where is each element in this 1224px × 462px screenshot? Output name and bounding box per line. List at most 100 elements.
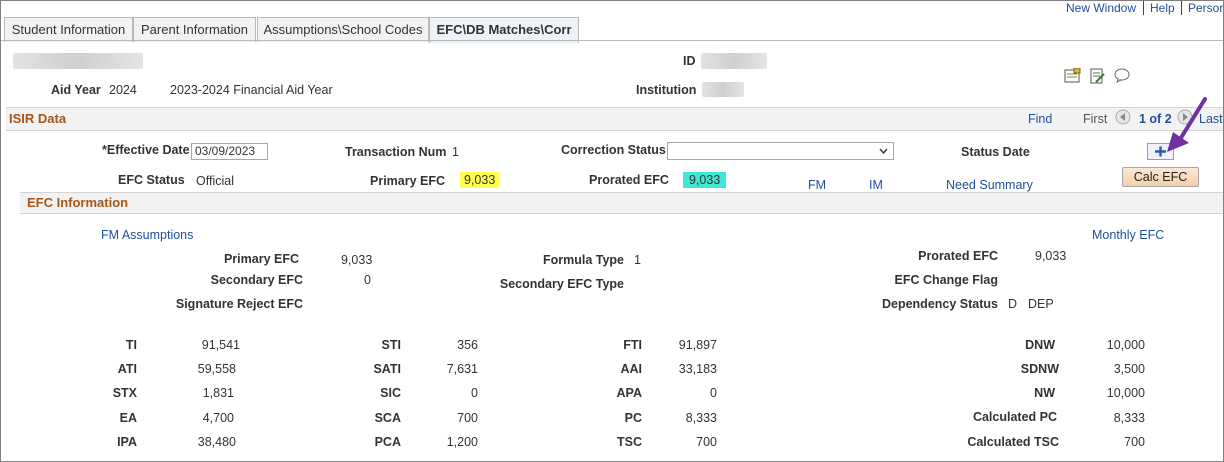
grid-label: STI: [381, 338, 401, 352]
status-date-label: Status Date: [961, 145, 1030, 159]
previous-arrow-icon[interactable]: [1115, 109, 1131, 125]
link-separator: [1143, 1, 1144, 15]
correction-status-select[interactable]: [667, 142, 894, 160]
grid-value: 0: [710, 386, 717, 400]
efc-status-label: EFC Status: [118, 173, 185, 187]
grid-label: SATI: [373, 362, 401, 376]
grid-value: 8,333: [1113, 411, 1145, 425]
grid-value: 91,541: [201, 338, 240, 352]
efc-primary-efc-value: 9,033: [341, 253, 373, 267]
isir-data-title: ISIR Data: [9, 111, 67, 126]
grid-value: 7,631: [446, 362, 478, 376]
calc-efc-button[interactable]: Calc EFC: [1122, 167, 1199, 187]
formula-type-label: Formula Type: [542, 253, 624, 267]
edit-document-icon[interactable]: [1090, 68, 1105, 84]
grid-value: 3,500: [1113, 362, 1145, 376]
tab-divider: [1, 40, 1223, 41]
grid-label: PC: [624, 411, 642, 425]
institution-label: Institution: [636, 83, 697, 97]
personalize-link[interactable]: Person: [1188, 1, 1223, 15]
grid-label: TI: [125, 338, 137, 352]
grid-label: Calculated PC: [972, 410, 1057, 424]
grid-label: AAI: [620, 362, 642, 376]
grid-value: 38,480: [197, 435, 236, 449]
fm-assumptions-link[interactable]: FM Assumptions: [101, 228, 193, 242]
dependency-status-code: D: [1008, 297, 1018, 311]
efc-prorated-efc-label: Prorated EFC: [918, 249, 998, 263]
secondary-efc-type-label: Secondary EFC Type: [499, 277, 624, 291]
first-label: First: [1083, 112, 1108, 126]
fm-link[interactable]: FM: [808, 178, 826, 192]
prorated-efc-value: 9,033: [683, 172, 727, 188]
grid-label: SCA: [374, 411, 401, 425]
grid-value: 700: [1124, 435, 1145, 449]
efc-primary-efc-label: Primary EFC: [223, 252, 299, 266]
dependency-status-label: Dependency Status: [881, 297, 998, 311]
monthly-efc-link[interactable]: Monthly EFC: [1092, 228, 1164, 242]
tab-label: EFC\DB Matches\Corr: [436, 22, 572, 37]
find-link[interactable]: Find: [1028, 112, 1052, 126]
efc-information-header-bar: [20, 192, 1223, 214]
chevron-down-icon: [879, 148, 888, 154]
grid-value: 700: [457, 411, 478, 425]
aid-year-description: 2023-2024 Financial Aid Year: [170, 83, 333, 97]
primary-efc-value: 9,033: [460, 172, 500, 188]
effective-date-input[interactable]: [191, 143, 268, 160]
dependency-status-description: DEP: [1028, 297, 1054, 311]
efc-change-flag-label: EFC Change Flag: [894, 273, 998, 287]
grid-label: Calculated TSC: [967, 435, 1059, 449]
tab-student-information[interactable]: Student Information: [4, 17, 133, 42]
efc-prorated-efc-value: 9,033: [1035, 249, 1067, 263]
institution-value-redacted: [702, 82, 744, 97]
effective-date-label: *Effective Date: [102, 143, 190, 157]
grid-label: PCA: [374, 435, 401, 449]
formula-type-value: 1: [634, 253, 641, 267]
correction-status-label: Correction Status: [561, 143, 666, 157]
grid-label: DNW: [1025, 338, 1055, 352]
id-value-redacted: [701, 53, 767, 69]
efc-secondary-efc-label: Secondary EFC: [210, 273, 303, 287]
grid-label: FTI: [623, 338, 642, 352]
grid-value: 4,700: [202, 411, 234, 425]
signature-reject-efc-label: Signature Reject EFC: [175, 297, 303, 311]
grid-value: 91,897: [678, 338, 717, 352]
notepad-icon[interactable]: [1064, 68, 1081, 83]
new-window-link[interactable]: New Window: [1066, 1, 1136, 15]
grid-value: 8,333: [685, 411, 717, 425]
grid-label: SIC: [380, 386, 401, 400]
grid-value: 0: [471, 386, 478, 400]
grid-value: 59,558: [197, 362, 236, 376]
grid-label: STX: [112, 386, 137, 400]
grid-value: 356: [457, 338, 478, 352]
transaction-num-value: 1: [452, 145, 459, 159]
grid-value: 10,000: [1106, 386, 1145, 400]
id-label: ID: [683, 54, 696, 68]
need-summary-link[interactable]: Need Summary: [946, 178, 1033, 192]
annotation-arrow-icon: [1167, 97, 1207, 152]
transaction-num-label: Transaction Num: [345, 145, 447, 159]
primary-efc-label: Primary EFC: [370, 174, 446, 188]
im-link[interactable]: IM: [869, 178, 883, 192]
grid-label: NW: [1034, 386, 1055, 400]
comment-icon[interactable]: [1114, 68, 1131, 83]
tab-label: Assumptions\School Codes: [263, 22, 423, 37]
grid-value: 700: [696, 435, 717, 449]
tab-parent-information[interactable]: Parent Information: [133, 17, 256, 42]
page-frame: New Window Help Person Student Informati…: [0, 0, 1224, 462]
tab-assumptions-school-codes[interactable]: Assumptions\School Codes: [257, 17, 429, 42]
aid-year-value: 2024: [109, 83, 137, 97]
prorated-efc-label: Prorated EFC: [589, 173, 669, 187]
help-link[interactable]: Help: [1150, 1, 1175, 15]
grid-label: IPA: [117, 435, 137, 449]
efc-secondary-efc-value: 0: [364, 273, 371, 287]
grid-label: APA: [616, 386, 642, 400]
grid-label: SDNW: [1020, 362, 1059, 376]
tab-label: Student Information: [11, 22, 126, 37]
aid-year-label: Aid Year: [51, 83, 101, 97]
student-name-redacted: [13, 53, 143, 69]
tab-label: Parent Information: [141, 22, 248, 37]
grid-label: TSC: [617, 435, 642, 449]
grid-label: ATI: [117, 362, 137, 376]
grid-label: EA: [119, 411, 137, 425]
grid-value: 33,183: [678, 362, 717, 376]
